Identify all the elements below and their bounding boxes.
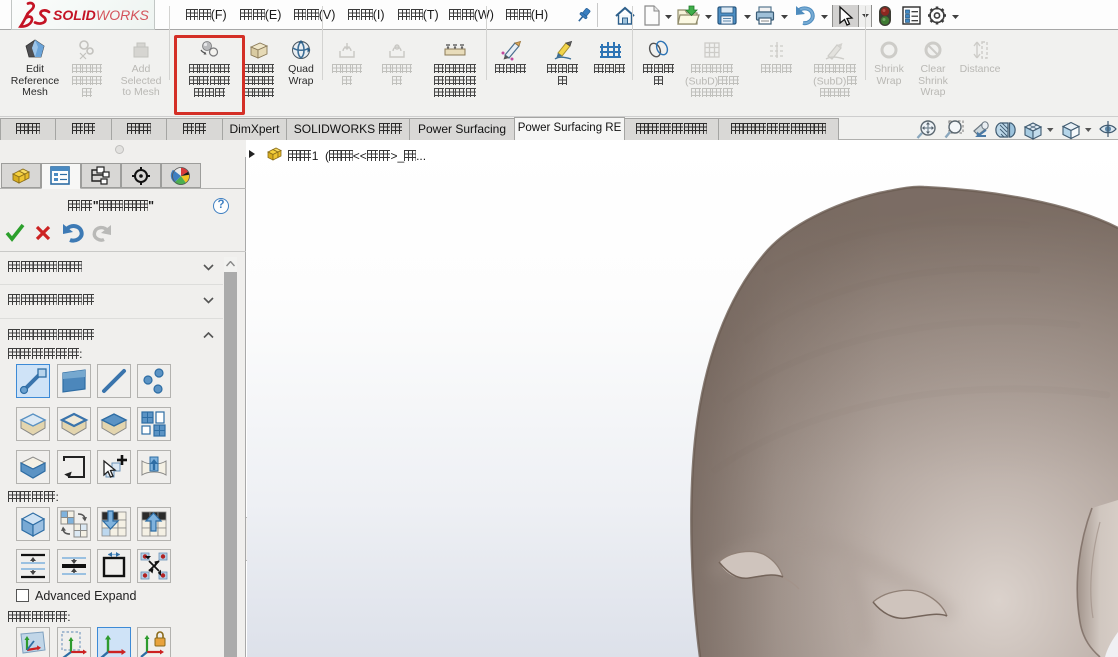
svg-text:SOLID: SOLID — [53, 7, 96, 23]
svg-text:WORKS: WORKS — [96, 7, 150, 23]
